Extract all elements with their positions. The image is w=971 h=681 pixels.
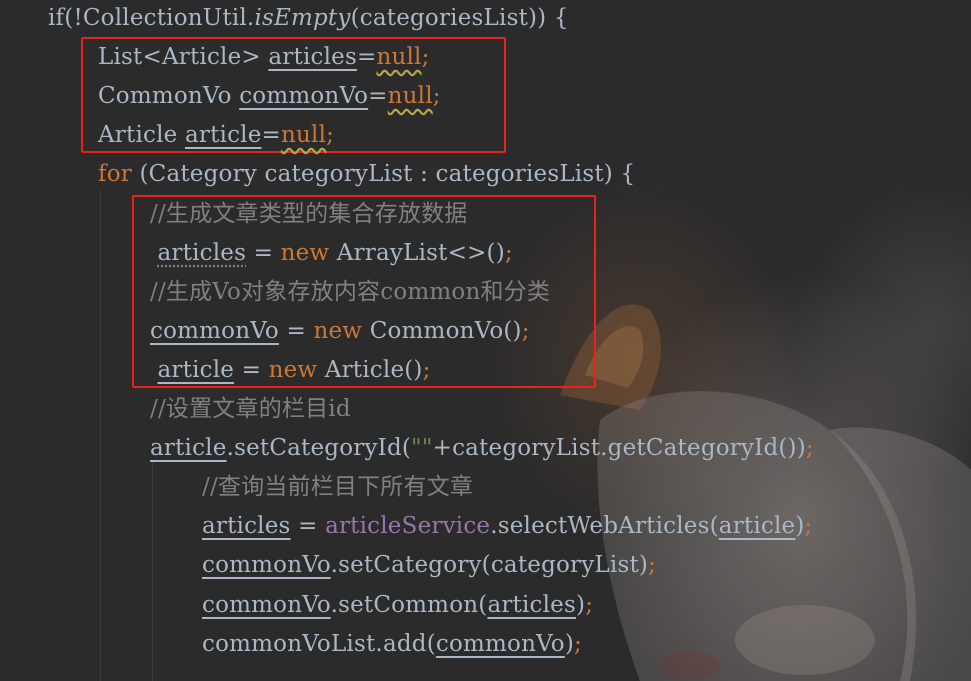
code-token: articleService — [325, 513, 491, 539]
code-token: = — [368, 83, 388, 109]
code-token: commonVo — [202, 592, 331, 618]
code-line: //生成Vo对象存放内容common和分类 — [150, 276, 550, 308]
code-token: ; — [326, 122, 335, 148]
code-line: Article article=null; — [98, 119, 334, 151]
code-editor[interactable]: if(!CollectionUtil.isEmpty(categoriesLis… — [0, 0, 971, 681]
code-token: Article() — [317, 357, 423, 383]
code-token: articles — [268, 44, 357, 70]
indent-guide — [100, 190, 101, 681]
code-token: ; — [585, 592, 594, 618]
code-token: null — [376, 44, 422, 70]
code-line: commonVo = new CommonVo(); — [150, 315, 530, 347]
code-line: //设置文章的栏目id — [150, 393, 351, 425]
code-line: List<Article> articles=null; — [98, 41, 430, 73]
code-token: "" — [411, 435, 433, 461]
code-token: .selectWebArticles( — [490, 513, 719, 539]
code-token: ; — [521, 318, 530, 344]
code-token: //生成文章类型的集合存放数据 — [150, 201, 468, 227]
code-line: for (Category categoryList : categoriesL… — [98, 158, 635, 190]
code-token: ; — [432, 83, 441, 109]
code-line: articles = new ArrayList<>(); — [150, 237, 513, 269]
code-token: //生成Vo对象存放内容common和分类 — [150, 279, 551, 305]
code-token: = — [234, 357, 269, 383]
code-token: ) — [576, 592, 586, 618]
code-token: article — [184, 122, 262, 148]
code-token: ; — [805, 435, 814, 461]
code-token: CommonVo — [98, 83, 240, 109]
code-token: isEmpty — [254, 5, 351, 31]
code-token: //设置文章的栏目id — [150, 396, 351, 422]
code-line: commonVoList.add(commonVo); — [202, 628, 582, 660]
code-token: article — [150, 435, 227, 461]
code-token: commonVo — [239, 83, 369, 109]
code-token: .setCategory(categoryList) — [330, 552, 649, 578]
code-line: //查询当前栏目下所有文章 — [202, 471, 473, 503]
code-token: (Category categoryList : categoriesList)… — [131, 161, 636, 187]
code-token: articles — [157, 240, 247, 266]
code-token: //查询当前栏目下所有文章 — [202, 474, 474, 500]
code-token: = — [356, 44, 377, 70]
code-token: +categoryList.getCategoryId()) — [432, 435, 806, 461]
code-token: ; — [804, 513, 813, 539]
code-token: ; — [574, 631, 582, 657]
indent-guide — [152, 462, 153, 681]
code-token: List<Article> — [98, 44, 269, 70]
code-token: commonVo — [202, 552, 331, 578]
code-token: commonVo — [435, 631, 565, 657]
code-token: = — [246, 240, 281, 266]
code-line: article.setCategoryId(""+categoryList.ge… — [150, 432, 814, 464]
code-token: article — [718, 513, 796, 539]
code-token: ) — [564, 631, 575, 657]
code-token: ; — [648, 552, 657, 578]
code-token: new — [268, 357, 318, 383]
code-token: = — [278, 318, 314, 344]
code-token: for — [98, 161, 132, 187]
code-line: commonVo.setCommon(articles); — [202, 589, 593, 621]
code-token: Article — [98, 122, 185, 148]
code-token: ArrayList<>() — [329, 240, 505, 266]
code-token: .setCommon( — [330, 592, 488, 618]
code-token: new — [313, 318, 363, 344]
code-token: articles — [487, 592, 576, 618]
code-token: (categoriesList)) { — [350, 5, 569, 31]
code-token: commonVoList.add( — [202, 631, 436, 657]
code-line: articles = articleService.selectWebArtic… — [202, 510, 812, 542]
code-token: new — [280, 240, 330, 266]
code-line: CommonVo commonVo=null; — [98, 80, 441, 112]
code-token: if(!CollectionUtil. — [48, 5, 255, 31]
code-line: if(!CollectionUtil.isEmpty(categoriesLis… — [48, 2, 569, 34]
code-token: article — [157, 357, 235, 383]
code-token: null — [387, 83, 433, 109]
code-line: //生成文章类型的集合存放数据 — [150, 198, 468, 230]
code-token: articles — [202, 513, 291, 539]
code-token: = — [290, 513, 326, 539]
code-token: ; — [504, 240, 513, 266]
code-token: commonVo — [150, 318, 279, 344]
code-token: null — [281, 122, 327, 148]
code-token: ; — [421, 44, 430, 70]
code-line: article = new Article(); — [150, 354, 431, 386]
code-line: commonVo.setCategory(categoryList); — [202, 549, 656, 581]
code-token: CommonVo() — [362, 318, 522, 344]
code-token: ) — [795, 513, 805, 539]
code-token: = — [261, 122, 282, 148]
code-token: .setCategoryId( — [226, 435, 412, 461]
code-token: ; — [422, 357, 431, 383]
